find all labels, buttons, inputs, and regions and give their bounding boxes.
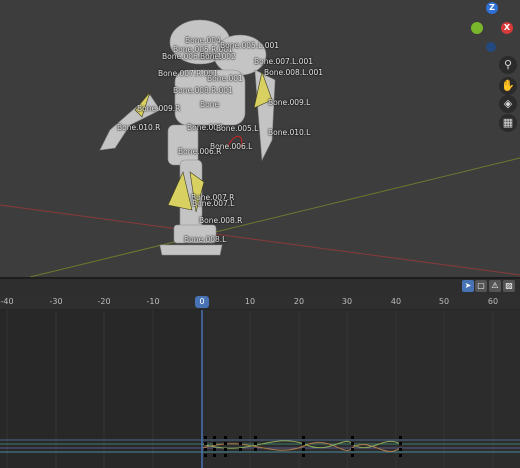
timeline-header: ➤ ▢ ⚠ ▨ <box>0 279 520 295</box>
hand-pan-icon[interactable]: ✋ <box>499 77 517 95</box>
bone-label[interactable]: Bone.007.L.001 <box>254 57 313 66</box>
ruler-tick: 20 <box>293 297 305 306</box>
select-arrow-icon[interactable]: ➤ <box>462 280 474 292</box>
bone-label[interactable]: Bone.008.L <box>184 235 226 244</box>
graph-editor[interactable] <box>0 310 520 468</box>
normalize-icon[interactable]: ▢ <box>475 280 487 292</box>
frame-ruler[interactable]: -40 -30 -20 -10 0 10 20 30 40 50 60 <box>0 295 520 310</box>
gizmo-neg-z-axis[interactable] <box>486 42 496 52</box>
graph-canvas <box>0 310 520 468</box>
y-axis-line <box>29 157 520 277</box>
ruler-tick: -20 <box>97 297 111 306</box>
3d-viewport[interactable]: Bone.004 Bone.005.R.001 Bone.005.L.001 B… <box>0 0 520 277</box>
gizmo-x-axis[interactable]: X <box>501 22 513 34</box>
bone-label[interactable]: Bone.009.L <box>268 98 310 107</box>
ruler-tick: 40 <box>390 297 402 306</box>
gizmo-y-axis[interactable] <box>471 22 483 34</box>
bone-label[interactable]: Bone.010.L <box>268 128 310 137</box>
grid-icon[interactable]: ▦ <box>499 114 517 132</box>
bone-label[interactable]: Bone.007.L <box>192 199 234 208</box>
bone-label[interactable]: Bone.005.L.001 <box>220 41 279 50</box>
bone-label[interactable]: Bone.008.R <box>199 216 242 225</box>
bone-label[interactable]: Bone <box>200 100 219 109</box>
x-axis-line <box>0 204 520 276</box>
bone-label[interactable]: Bone.005.L <box>216 124 258 133</box>
ruler-tick: 10 <box>244 297 256 306</box>
ruler-tick: 30 <box>341 297 353 306</box>
bone-label[interactable]: Bone.004 <box>185 36 221 45</box>
warning-icon[interactable]: ⚠ <box>489 280 501 292</box>
bone-label[interactable]: Bone.008.R.001 <box>173 86 233 95</box>
bone-label[interactable]: Bone.001 <box>207 74 243 83</box>
ruler-tick: 50 <box>438 297 450 306</box>
bone-label[interactable]: Bone.009.R <box>137 104 180 113</box>
bone-label[interactable]: Bone.010.R <box>117 123 160 132</box>
current-frame-indicator[interactable]: 0 <box>195 296 209 308</box>
ruler-tick: -40 <box>0 297 14 306</box>
ruler-tick: -10 <box>146 297 160 306</box>
bone-label[interactable]: Bone.008.L.001 <box>264 68 323 77</box>
ruler-tick: 60 <box>487 297 499 306</box>
filter-icon[interactable]: ▨ <box>503 280 515 292</box>
zoom-icon[interactable]: ⚲ <box>499 56 517 74</box>
camera-icon[interactable]: ◈ <box>499 95 517 113</box>
gizmo-z-axis[interactable]: Z <box>486 2 498 14</box>
bone-label[interactable]: Bone.006.R <box>178 147 221 156</box>
bone-label[interactable]: Bone.002 <box>200 52 236 61</box>
ruler-tick: -30 <box>49 297 63 306</box>
